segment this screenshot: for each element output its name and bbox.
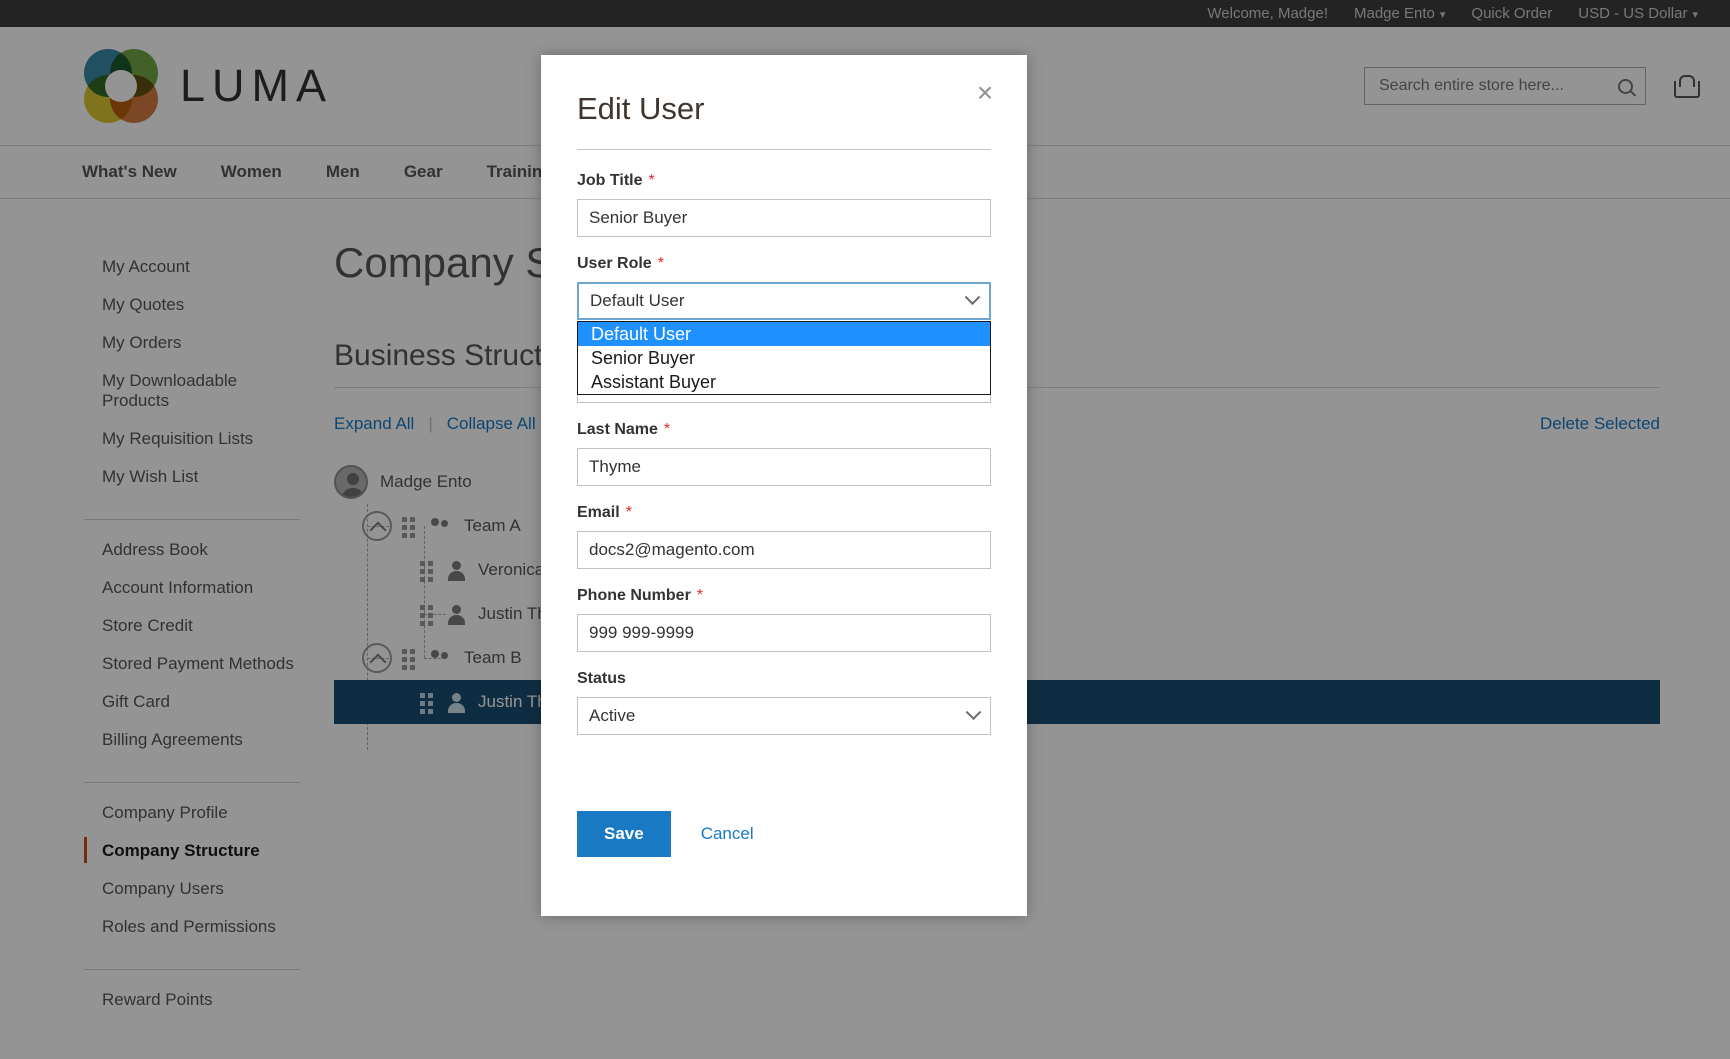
user-role-selected-value: Default User (590, 291, 685, 310)
chevron-down-icon (965, 703, 982, 720)
last-name-input[interactable] (577, 448, 991, 486)
field-last-name: Last Name * (577, 421, 991, 486)
field-phone-number: Phone Number * (577, 587, 991, 652)
modal-title: Edit User (577, 91, 991, 150)
dropdown-option-default-user[interactable]: Default User (578, 322, 990, 346)
user-role-select[interactable]: Default User (577, 282, 991, 320)
required-asterisk: * (657, 255, 664, 272)
dropdown-option-senior-buyer[interactable]: Senior Buyer (578, 346, 990, 370)
required-asterisk: * (696, 587, 704, 604)
close-icon[interactable]: × (971, 79, 999, 107)
status-selected-value: Active (589, 706, 636, 725)
field-email: Email * (577, 504, 991, 569)
dropdown-option-assistant-buyer[interactable]: Assistant Buyer (578, 370, 990, 394)
job-title-label: Job Title * (577, 172, 655, 189)
required-asterisk: * (648, 172, 655, 189)
email-input[interactable] (577, 531, 991, 569)
field-job-title: Job Title * (577, 172, 991, 237)
required-asterisk: * (663, 421, 671, 438)
phone-number-input[interactable] (577, 614, 991, 652)
status-select[interactable]: Active (577, 697, 991, 735)
user-role-label: User Role * (577, 255, 664, 272)
field-status: Status Active (577, 670, 991, 735)
last-name-label: Last Name * (577, 421, 671, 438)
cancel-button[interactable]: Cancel (701, 824, 754, 844)
field-user-role: User Role * Default User Default User Sen… (577, 255, 991, 395)
edit-user-modal: × Edit User Job Title* User Role* Defaul… (541, 55, 1027, 916)
required-asterisk: * (625, 504, 632, 521)
chevron-down-icon (964, 288, 981, 305)
user-role-dropdown-list[interactable]: Default User Senior Buyer Assistant Buye… (577, 321, 991, 395)
save-button[interactable]: Save (577, 811, 671, 857)
status-label: Status (577, 670, 626, 687)
email-label: Email * (577, 504, 632, 521)
job-title-input[interactable] (577, 199, 991, 237)
phone-number-label: Phone Number * (577, 587, 704, 604)
modal-actions: Save Cancel (577, 811, 991, 857)
